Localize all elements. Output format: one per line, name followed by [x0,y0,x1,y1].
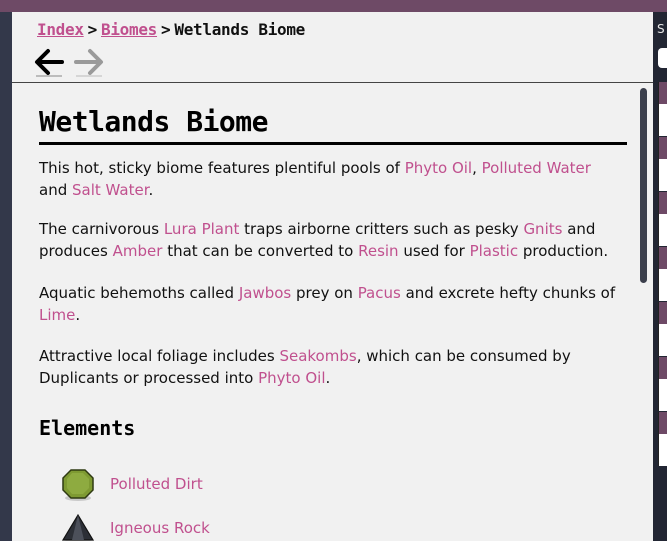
sidebar-entry[interactable] [658,192,667,246]
elements-heading: Elements [39,416,136,440]
text: that can be converted to [162,241,359,260]
text: and excrete hefty chunks of [400,284,616,302]
link-salt-water[interactable]: Salt Water [72,181,149,199]
sidebar-entry[interactable] [658,412,667,466]
element-polluted-dirt[interactable]: Polluted Dirt [62,467,362,501]
scrollbar-thumb[interactable] [640,88,647,283]
sidebar-entry[interactable] [658,137,667,191]
sidebar-entry[interactable] [658,302,667,356]
breadcrumb-index-link[interactable]: Index [37,20,84,39]
paragraph-seakombs: Attractive local foliage includes Seakom… [39,346,619,389]
search-label: S [657,22,665,36]
top-bar [0,0,667,12]
breadcrumb-separator: > [87,20,98,39]
paragraph-lura-plant: The carnivorous Lura Plant traps airborn… [39,219,619,262]
text: Aquatic behemoths called [39,284,239,302]
breadcrumb-current: Wetlands Biome [174,20,306,39]
search-input[interactable] [658,48,667,68]
link-seakombs[interactable]: Seakombs [279,347,356,365]
link-jawbos[interactable]: Jawbos [239,284,291,302]
sidebar-entry[interactable] [658,82,667,136]
link-lime[interactable]: Lime [39,306,75,324]
link-phyto-oil[interactable]: Phyto Oil [258,369,325,387]
link-phyto-oil[interactable]: Phyto Oil [405,159,472,177]
sidebar-entry[interactable] [658,357,667,411]
link-pacus[interactable]: Pacus [358,284,401,302]
forward-button[interactable] [72,46,108,78]
page-title: Wetlands Biome [39,105,269,138]
left-edge-background [0,12,12,541]
text: . [325,368,331,387]
codex-panel: Index > Biomes > Wetlands Biome Wetlands Bio… [12,12,653,541]
link-polluted-water[interactable]: Polluted Water [482,159,591,177]
link-plastic[interactable]: Plastic [470,242,519,260]
text: . [75,305,81,324]
element-label: Polluted Dirt [110,475,203,493]
content-scrollbar[interactable] [640,88,647,540]
link-lura-plant[interactable]: Lura Plant [164,220,240,238]
text: production. [518,241,609,260]
arrow-left-icon [35,49,64,77]
link-gnits[interactable]: Gnits [523,220,562,238]
text: and [39,180,72,199]
polluted-dirt-icon [62,469,94,501]
paragraph-jawbos: Aquatic behemoths called Jawbos prey on … [39,283,619,326]
title-divider [39,142,627,145]
element-igneous-rock[interactable]: Igneous Rock [62,511,362,541]
text: This hot, sticky biome features plentifu… [39,159,405,177]
link-amber[interactable]: Amber [113,242,163,260]
text: traps airborne critters such as pesky [239,220,524,238]
text: used for [398,241,470,260]
text: , [472,159,482,177]
arrow-right-icon [74,49,103,77]
breadcrumb: Index > Biomes > Wetlands Biome [37,20,305,39]
text: Attractive local foliage includes [39,347,280,365]
article-content: Wetlands Biome This hot, sticky biome fe… [12,83,637,541]
element-label: Igneous Rock [110,519,210,537]
breadcrumb-biomes-link[interactable]: Biomes [101,20,157,39]
panel-header: Index > Biomes > Wetlands Biome [12,12,653,83]
right-sidebar: S [653,12,667,541]
sidebar-entry[interactable] [658,247,667,301]
link-resin[interactable]: Resin [358,242,398,260]
breadcrumb-separator: > [161,20,171,39]
paragraph-intro: This hot, sticky biome features plentifu… [39,158,619,201]
igneous-rock-icon [62,513,94,541]
text: . [148,180,154,199]
text: The carnivorous [39,220,164,238]
back-button[interactable] [32,46,68,78]
text: prey on [291,284,358,302]
